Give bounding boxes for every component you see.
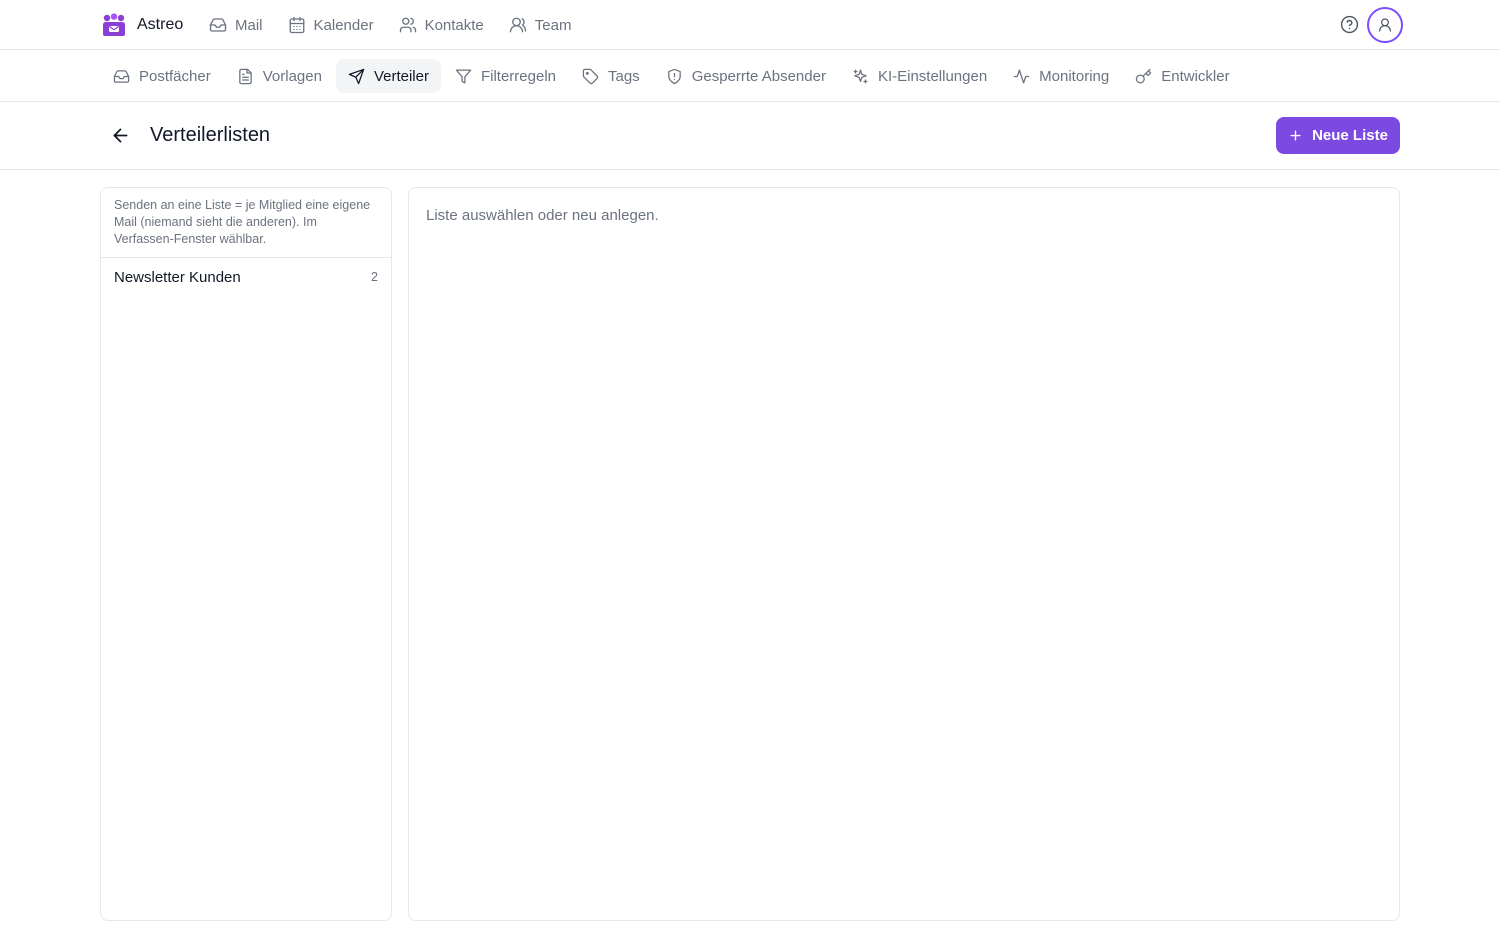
subnav-item-gesperrte-absender[interactable]: Gesperrte Absender [654,59,838,93]
subnav-label-monitoring: Monitoring [1039,67,1110,85]
subnav-item-tags[interactable]: Tags [570,59,652,93]
new-list-button-label: Neue Liste [1312,127,1388,144]
activity-icon [1013,68,1030,84]
subnav-label-gesperrte-absender: Gesperrte Absender [691,67,826,85]
topnav-item-kontakte[interactable]: Kontakte [399,13,484,37]
subnav-label-tags: Tags [608,67,640,85]
help-circle-icon[interactable] [1340,15,1359,34]
brand-name: Astreo [137,16,184,33]
new-list-button[interactable]: Neue Liste [1276,117,1400,154]
user-icon [1379,18,1391,32]
list-item[interactable]: Newsletter Kunden 2 [101,258,391,296]
sparkles-icon [853,68,868,84]
subnav-label-entwickler: Entwickler [1161,67,1230,85]
topnav-label-kalender: Kalender [313,16,374,34]
subnav-item-monitoring[interactable]: Monitoring [1001,59,1121,93]
subnav-label-vorlagen: Vorlagen [262,67,322,85]
subnav-item-vorlagen[interactable]: Vorlagen [225,59,334,93]
arrow-left-icon[interactable] [110,125,131,146]
file-text-icon [238,68,252,84]
topnav-item-kalender[interactable]: Kalender [288,13,374,37]
list-detail-panel: Liste auswählen oder neu anlegen. [408,187,1400,921]
list-hint-text: Senden an eine Liste = je Mitglied eine … [101,188,391,258]
tag-icon [582,68,599,84]
shield-icon [667,68,681,84]
users-icon [399,17,416,33]
subnav-label-postfaecher: Postfächer [139,67,211,85]
topnav-label-mail: Mail [235,16,263,34]
subnav-item-verteiler[interactable]: Verteiler [335,59,441,93]
topnav-label-team: Team [534,16,572,34]
brand[interactable]: Astreo [101,11,183,39]
topnav-label-kontakte: Kontakte [424,16,484,34]
list-item-name: Newsletter Kunden [114,268,241,286]
inbox-icon [209,18,227,32]
empty-state-text: Liste auswählen oder neu anlegen. [426,207,659,224]
key-icon [1135,68,1152,84]
subnav-item-entwickler[interactable]: Entwickler [1123,59,1241,93]
page-header: Verteilerlisten Neue Liste [0,102,1500,170]
user-group-icon [509,17,526,33]
subnav-item-filterregeln[interactable]: Filterregeln [443,59,568,93]
plus-icon [1290,130,1301,141]
subnav-label-ki-einstellungen: KI-Einstellungen [877,67,988,85]
distribution-list-panel: Senden an eine Liste = je Mitglied eine … [100,187,392,921]
list-item-member-count: 2 [371,270,378,284]
subnav-label-verteiler: Verteiler [373,67,429,85]
subnav-label-filterregeln: Filterregeln [480,67,556,85]
top-navigation: Mail Kalender Kontakte Team [209,13,596,37]
astreo-logo-icon [103,13,125,36]
inbox-icon [113,69,130,83]
settings-subnav: Postfächer Vorlagen Verteiler Filterrege… [0,51,1500,102]
send-icon [348,68,365,84]
subnav-item-postfaecher[interactable]: Postfächer [101,59,223,93]
topnav-item-team[interactable]: Team [509,13,572,37]
filter-icon [455,68,472,84]
top-bar: Astreo Mail Kalender Kontakte Team [0,0,1500,50]
subnav-item-ki-einstellungen[interactable]: KI-Einstellungen [840,59,999,93]
user-avatar-button[interactable] [1367,7,1403,43]
calendar-icon [289,16,304,34]
page-title: Verteilerlisten [150,124,271,146]
topnav-item-mail[interactable]: Mail [209,13,263,37]
